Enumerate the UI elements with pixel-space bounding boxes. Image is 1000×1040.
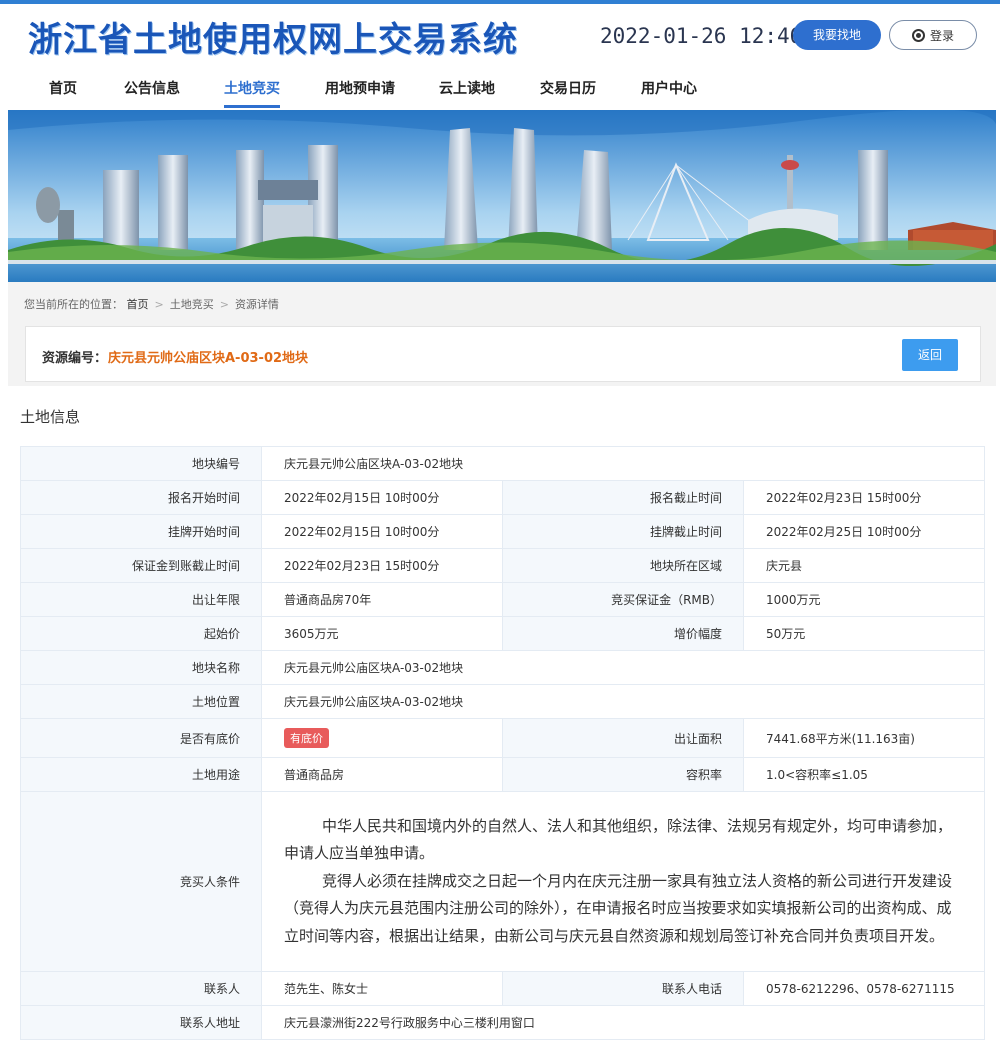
section-title: 土地信息 [20, 408, 81, 426]
main-nav: 首页 公告信息 土地竞买 用地预申请 云上读地 交易日历 用户中心 [0, 64, 1000, 110]
breadcrumb-separator: > [154, 298, 164, 311]
bidder-condition-paragraph: 中华人民共和国境内外的自然人、法人和其他组织，除法律、法规另有规定外，均可申请参… [284, 816, 953, 863]
table-row: 挂牌开始时间 2022年02月15日 10时00分 挂牌截止时间 2022年02… [20, 514, 986, 549]
field-value: 2022年02月23日 15时00分 [742, 480, 986, 515]
resource-number-label: 资源编号： [42, 351, 108, 366]
field-label: 联系人地址 [20, 1005, 262, 1040]
field-label: 挂牌截止时间 [502, 514, 744, 549]
field-label: 出让年限 [20, 582, 262, 617]
field-value: 50万元 [742, 616, 986, 651]
table-row: 起始价 3605万元 增价幅度 50万元 [20, 616, 986, 651]
bidder-condition-paragraph: 竞得人必须在挂牌成交之日起一个月内在庆元注册一家具有独立法人资格的新公司进行开发… [284, 871, 953, 945]
table-row: 竞买人条件 中华人民共和国境内外的自然人、法人和其他组织，除法律、法规另有规定外… [20, 791, 986, 972]
table-row: 联系人 范先生、陈女士 联系人电话 0578-6212296、0578-6271… [20, 971, 986, 1006]
field-label: 报名开始时间 [20, 480, 262, 515]
field-value: 1000万元 [742, 582, 986, 617]
table-row: 保证金到账截止时间 2022年02月23日 15时00分 地块所在区域 庆元县 [20, 548, 986, 583]
field-value: 1.0<容积率≤1.05 [742, 757, 986, 792]
nav-item-home[interactable]: 首页 [49, 78, 77, 98]
nav-item-user-center[interactable]: 用户中心 [641, 78, 697, 98]
table-row: 出让年限 普通商品房70年 竞买保证金（RMB） 1000万元 [20, 582, 986, 617]
field-label: 竞买人条件 [20, 791, 262, 972]
breadcrumb-item-resource-detail: 资源详情 [234, 298, 279, 311]
field-value: 普通商品房 [261, 757, 503, 792]
field-value: 庆元县濛洲街222号行政服务中心三楼利用窗口 [260, 1005, 986, 1040]
user-icon [911, 28, 925, 42]
field-value: 7441.68平方米(11.163亩) [742, 718, 986, 758]
login-button[interactable]: 登录 [889, 20, 977, 50]
field-value: 庆元县元帅公庙区块A-03-02地块 [260, 650, 986, 685]
table-row: 地块名称 庆元县元帅公庙区块A-03-02地块 [20, 650, 986, 685]
login-label: 登录 [929, 28, 954, 43]
field-label: 地块编号 [20, 446, 262, 481]
field-label: 保证金到账截止时间 [20, 548, 262, 583]
field-label: 土地位置 [20, 684, 262, 719]
field-value: 3605万元 [261, 616, 503, 651]
field-value: 庆元县元帅公庙区块A-03-02地块 [260, 446, 986, 481]
field-value: 范先生、陈女士 [261, 971, 503, 1006]
field-value: 2022年02月23日 15时00分 [261, 548, 503, 583]
field-value: 庆元县元帅公庙区块A-03-02地块 [260, 684, 986, 719]
back-button[interactable]: 返回 [902, 339, 958, 371]
field-label: 地块所在区域 [502, 548, 744, 583]
city-skyline-banner [8, 110, 996, 282]
find-land-button[interactable]: 我要找地 [793, 20, 881, 50]
resource-header: 资源编号： 庆元县元帅公庙区块A-03-02地块 返回 [25, 326, 981, 382]
field-label: 土地用途 [20, 757, 262, 792]
field-value: 2022年02月15日 10时00分 [261, 514, 503, 549]
table-row: 土地用途 普通商品房 容积率 1.0<容积率≤1.05 [20, 757, 986, 792]
breadcrumb-item-home[interactable]: 首页 [127, 298, 149, 311]
field-label: 增价幅度 [502, 616, 744, 651]
field-value: 庆元县 [742, 548, 986, 583]
reserve-price-badge: 有底价 [284, 728, 329, 748]
breadcrumb: 您当前所在的位置： 首页 > 土地竞买 > 资源详情 [24, 296, 279, 312]
field-label: 出让面积 [502, 718, 744, 758]
field-value: 2022年02月15日 10时00分 [261, 480, 503, 515]
breadcrumb-separator: > [219, 298, 229, 311]
site-title: 浙江省土地使用权网上交易系统 [28, 20, 518, 60]
table-row: 联系人地址 庆元县濛洲街222号行政服务中心三楼利用窗口 [20, 1005, 986, 1040]
field-value: 普通商品房70年 [261, 582, 503, 617]
field-value: 有底价 [261, 718, 503, 758]
breadcrumb-item-land-bidding[interactable]: 土地竞买 [170, 298, 214, 311]
field-label: 报名截止时间 [502, 480, 744, 515]
nav-item-cloud-land-reading[interactable]: 云上读地 [439, 78, 495, 98]
land-info-table: 地块编号 庆元县元帅公庙区块A-03-02地块 报名开始时间 2022年02月1… [20, 446, 986, 1040]
resource-number-value: 庆元县元帅公庙区块A-03-02地块 [108, 351, 309, 366]
field-label: 挂牌开始时间 [20, 514, 262, 549]
breadcrumb-area: 您当前所在的位置： 首页 > 土地竞买 > 资源详情 资源编号： 庆元县元帅公庙区块A-… [8, 282, 996, 386]
bidder-conditions: 中华人民共和国境内外的自然人、法人和其他组织，除法律、法规另有规定外，均可申请参… [260, 791, 986, 972]
table-row: 报名开始时间 2022年02月15日 10时00分 报名截止时间 2022年02… [20, 480, 986, 515]
field-value: 0578-6212296、0578-6271115 [742, 971, 986, 1006]
nav-item-announcements[interactable]: 公告信息 [124, 78, 180, 98]
nav-item-trade-calendar[interactable]: 交易日历 [540, 78, 596, 98]
skyline-illustration [8, 110, 996, 282]
field-label: 联系人 [20, 971, 262, 1006]
breadcrumb-prefix: 您当前所在的位置： [24, 298, 123, 311]
field-label: 是否有底价 [20, 718, 262, 758]
table-row: 土地位置 庆元县元帅公庙区块A-03-02地块 [20, 684, 986, 719]
field-label: 联系人电话 [502, 971, 744, 1006]
field-label: 起始价 [20, 616, 262, 651]
header: 浙江省土地使用权网上交易系统 2022-01-26 12:46:31 我要找地 … [0, 4, 1000, 64]
field-label: 容积率 [502, 757, 744, 792]
nav-item-land-bidding[interactable]: 土地竞买 [224, 78, 280, 98]
field-label: 地块名称 [20, 650, 262, 685]
table-row: 是否有底价 有底价 出让面积 7441.68平方米(11.163亩) [20, 718, 986, 758]
nav-item-land-pre-application[interactable]: 用地预申请 [325, 78, 395, 98]
active-tab-indicator [224, 105, 280, 108]
field-label: 竞买保证金（RMB） [502, 582, 744, 617]
field-value: 2022年02月25日 10时00分 [742, 514, 986, 549]
table-row: 地块编号 庆元县元帅公庙区块A-03-02地块 [20, 446, 986, 481]
